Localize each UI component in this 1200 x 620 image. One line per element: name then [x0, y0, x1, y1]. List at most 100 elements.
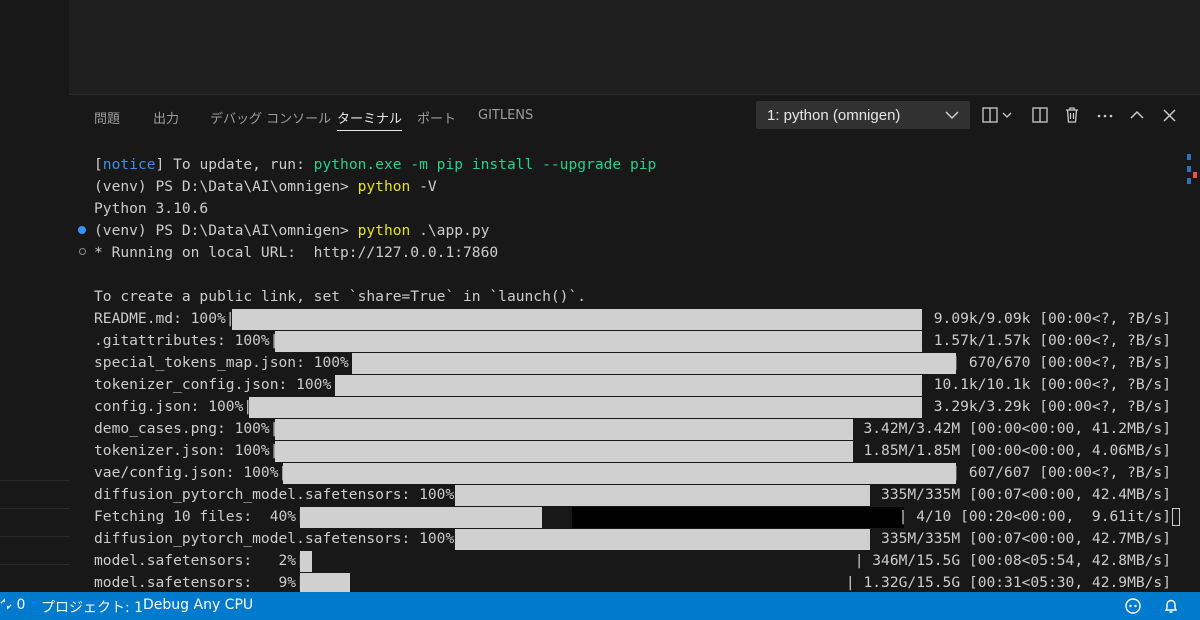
progress-bar-fill [455, 529, 870, 550]
sidebar-divider [0, 508, 69, 509]
command-success-decoration[interactable] [78, 226, 86, 234]
terminal-cursor [1172, 508, 1180, 526]
command-args: .\app.py [410, 222, 490, 239]
progress-bar-fill [231, 309, 922, 330]
progress-bar-fill [352, 353, 956, 374]
progress-bar-fill [274, 441, 853, 462]
split-terminal-dropdown-icon[interactable] [981, 105, 1017, 125]
command-name: python [357, 178, 411, 195]
scroll-marker [1187, 178, 1191, 184]
progress-bar-fill [300, 573, 351, 594]
progress-bar-fill [300, 551, 312, 572]
progress-label: model.safetensors: 2%| [94, 552, 305, 569]
progress-stats: | 3.42M/3.42M [00:00<00:00, 41.2MB/s] [845, 420, 1171, 437]
terminal-line: To create a public link, set `share=True… [94, 286, 586, 308]
progress-row: vae/config.json: 100%| | 607/607 [00:00<?… [94, 462, 1171, 484]
progress-bar-remaining [572, 507, 905, 528]
progress-bar-fill [283, 463, 956, 484]
server-url-output: * Running on local URL: http://127.0.0.1… [94, 244, 499, 261]
more-actions-icon[interactable] [1095, 105, 1115, 125]
bottom-panel: 問題 出力 デバッグ コンソール ターミナル ポート GITLENS 1: py… [69, 95, 1200, 594]
tab-debug-console[interactable]: デバッグ コンソール [210, 108, 331, 127]
progress-label: tokenizer_config.json: 100%| [94, 376, 341, 393]
status-debug-config[interactable]: Debug Any CPU [143, 597, 253, 613]
progress-row: demo_cases.png: 100%| | 3.42M/3.42M [00:0… [94, 418, 1171, 440]
notice-command: python.exe -m pip install --upgrade pip [313, 156, 657, 173]
progress-row: tokenizer_config.json: 100%| | 10.1k/10.1… [94, 374, 1171, 396]
progress-label: demo_cases.png: 100%| [94, 420, 279, 437]
public-link-hint: To create a public link, set `share=True… [94, 288, 587, 305]
progress-stats: | 335M/335M [00:07<00:00, 42.4MB/s] [863, 486, 1171, 503]
trash-icon[interactable] [1062, 105, 1082, 125]
progress-stats: | 9.09k/9.09k [00:00<?, ?B/s] [916, 310, 1171, 327]
copilot-icon[interactable] [1124, 597, 1142, 619]
progress-label: .gitattributes: 100%| [94, 332, 279, 349]
progress-row: model.safetensors: 9%| | 1.32G/15.5G [00:… [94, 572, 1171, 594]
notice-word: notice [102, 156, 156, 173]
progress-stats: | 10.1k/10.1k [00:00<?, ?B/s] [916, 376, 1171, 393]
progress-label: model.safetensors: 9%| [94, 574, 305, 591]
progress-label: tokenizer.json: 100%| [94, 442, 279, 459]
tab-output[interactable]: 出力 [153, 108, 179, 127]
progress-bar-fill [274, 419, 853, 440]
scroll-marker [1187, 154, 1191, 160]
sidebar-divider [0, 564, 69, 565]
bell-icon[interactable] [1162, 597, 1180, 619]
progress-row: Fetching 10 files: 40%| | 4/10 [00:20<00:… [94, 506, 1180, 528]
command-args: -V [410, 178, 437, 195]
progress-row: .gitattributes: 100%| | 1.57k/1.57k [00:0… [94, 330, 1171, 352]
terminal-line: * Running on local URL: http://127.0.0.1… [94, 242, 498, 264]
progress-bar-fill [300, 507, 542, 528]
progress-label: diffusion_pytorch_model.safetensors: 100… [94, 530, 464, 547]
terminal-line: (venv) PS D:\Data\AI\omnigen> python .\a… [94, 220, 489, 242]
progress-label: config.json: 100%| [94, 398, 253, 415]
terminal-select-value: 1: python (omnigen) [767, 107, 901, 124]
activity-sidebar [0, 0, 69, 592]
command-name: python [357, 222, 411, 239]
progress-row: README.md: 100%| | 9.09k/9.09k [00:00<?, … [94, 308, 1171, 330]
progress-bar-fill [274, 331, 922, 352]
progress-stats: | 3.29k/3.29k [00:00<?, ?B/s] [916, 398, 1171, 415]
progress-row: diffusion_pytorch_model.safetensors: 100… [94, 528, 1171, 550]
progress-row: diffusion_pytorch_model.safetensors: 100… [94, 484, 1171, 506]
progress-row: config.json: 100%| | 3.29k/3.29k [00:00<?… [94, 396, 1171, 418]
terminal-output[interactable]: [notice] To update, run: python.exe -m p… [94, 154, 1180, 594]
progress-stats: | 670/670 [00:00<?, ?B/s] [951, 354, 1171, 371]
split-editor-icon[interactable] [1030, 105, 1050, 125]
python-version-output: Python 3.10.6 [94, 200, 209, 217]
progress-stats: | 346M/15.5G [00:08<05:54, 42.8MB/s] [854, 552, 1171, 569]
tab-problems[interactable]: 問題 [94, 108, 120, 127]
tab-ports[interactable]: ポート [417, 108, 456, 127]
progress-bar-fill [334, 375, 922, 396]
remote-status[interactable]: 0 [0, 597, 25, 613]
progress-stats: | 1.85M/1.85M [00:00<00:00, 4.06MB/s] [845, 442, 1171, 459]
close-icon[interactable] [1160, 105, 1180, 125]
progress-row: model.safetensors: 2%| | 346M/15.5G [00:0… [94, 550, 1171, 572]
sidebar-divider [0, 480, 69, 481]
remote-icon [0, 598, 12, 610]
notice-bracket: [ [94, 156, 103, 173]
sidebar-divider [0, 536, 69, 537]
command-running-decoration[interactable] [79, 248, 86, 255]
chevron-up-icon[interactable] [1127, 105, 1147, 125]
terminal-select[interactable]: 1: python (omnigen) [756, 101, 970, 129]
tab-terminal[interactable]: ターミナル [337, 108, 403, 131]
chevron-down-icon [944, 107, 960, 123]
progress-label: README.md: 100%| [94, 310, 235, 327]
progress-bar-fill [455, 485, 870, 506]
terminal-line: Python 3.10.6 [94, 198, 208, 220]
progress-stats: | 4/10 [00:20<00:00, 9.61it/s] [898, 508, 1171, 525]
progress-stats: | 607/607 [00:00<?, ?B/s] [951, 464, 1171, 481]
progress-label: Fetching 10 files: 40%| [94, 508, 305, 525]
terminal-line: [notice] To update, run: python.exe -m p… [94, 154, 656, 176]
scroll-marker-error [1193, 172, 1197, 178]
status-bar: 0 プロジェクト: 1 Debug Any CPU [0, 592, 1200, 620]
progress-label: special_tokens_map.json: 100%| [94, 354, 358, 371]
scrollbar[interactable] [1183, 154, 1197, 592]
tab-gitlens[interactable]: GITLENS [478, 108, 533, 123]
scroll-marker [1187, 166, 1191, 172]
status-projects[interactable]: プロジェクト: 1 [41, 597, 143, 617]
progress-row: tokenizer.json: 100%| | 1.85M/1.85M [00:0… [94, 440, 1171, 462]
progress-stats: | 335M/335M [00:07<00:00, 42.7MB/s] [863, 530, 1171, 547]
progress-label: diffusion_pytorch_model.safetensors: 100… [94, 486, 464, 503]
